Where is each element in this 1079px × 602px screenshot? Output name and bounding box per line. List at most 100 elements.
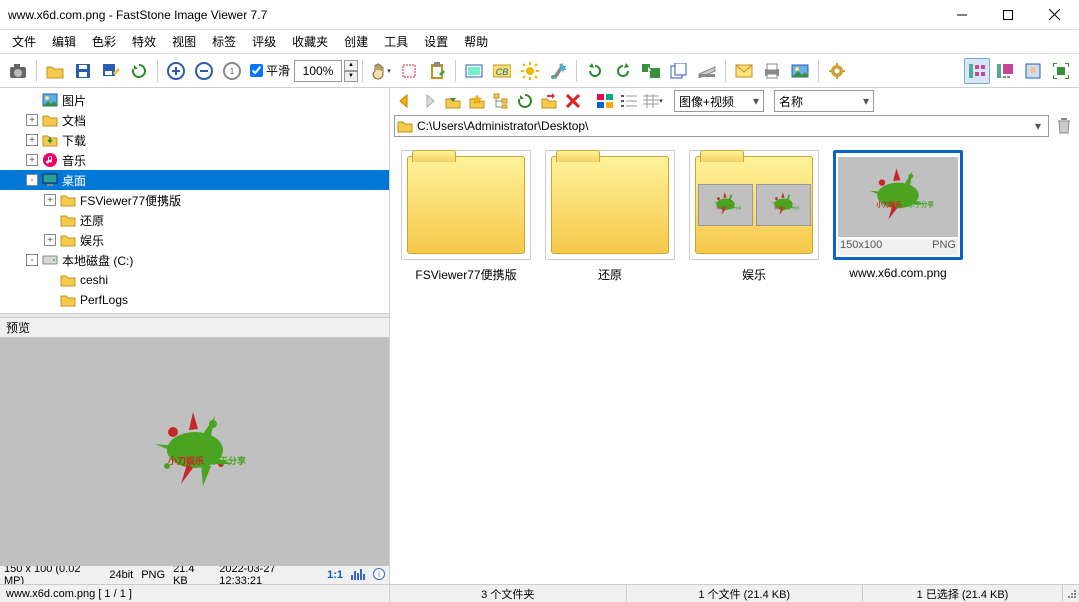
tree-item[interactable]: ceshi <box>0 270 389 290</box>
open-icon[interactable] <box>42 58 68 84</box>
resize-icon[interactable] <box>638 58 664 84</box>
slideshow-icon[interactable] <box>461 58 487 84</box>
menu-edit[interactable]: 编辑 <box>44 31 84 52</box>
menu-help[interactable]: 帮助 <box>456 31 496 52</box>
delete-icon[interactable] <box>562 90 584 112</box>
tree-item[interactable]: PerfLogs <box>0 290 389 310</box>
tree-item[interactable]: +文档 <box>0 110 389 130</box>
wallpaper-icon[interactable] <box>787 58 813 84</box>
nav-favorites-icon[interactable] <box>466 90 488 112</box>
view-filmstrip-icon[interactable] <box>992 58 1018 84</box>
tree-item[interactable]: 图片 <box>0 90 389 110</box>
tree-item[interactable]: 还原 <box>0 210 389 230</box>
select-rect-icon[interactable] <box>396 58 422 84</box>
paste-icon[interactable] <box>424 58 450 84</box>
clone-icon[interactable] <box>666 58 692 84</box>
menu-tools[interactable]: 工具 <box>376 31 416 52</box>
collapse-icon[interactable]: - <box>26 254 38 266</box>
rotate-right-icon[interactable] <box>610 58 636 84</box>
effects-icon[interactable] <box>545 58 571 84</box>
zoom-spinner[interactable]: ▲▼ <box>344 60 358 82</box>
tree-item[interactable]: +音乐 <box>0 150 389 170</box>
nav-up-icon[interactable] <box>442 90 464 112</box>
menu-rating[interactable]: 评级 <box>244 31 284 52</box>
expand-icon[interactable]: + <box>44 234 56 246</box>
menu-settings[interactable]: 设置 <box>416 31 456 52</box>
right-panel: ▾ 图像+视频▾ 名称▾ C:\Users\Administrator\Desk… <box>390 88 1079 584</box>
zoom-actual-icon[interactable]: 1 <box>219 58 245 84</box>
expand-icon[interactable]: + <box>44 194 56 206</box>
hand-icon[interactable]: ▾ <box>368 58 394 84</box>
folder-tree[interactable]: 图片+文档+下载+音乐-桌面 + FSViewer77便携版还原+娱乐-本地磁盘 (… <box>0 88 389 313</box>
thumbnail[interactable]: FSViewer77便携版 <box>400 150 532 283</box>
menu-file[interactable]: 文件 <box>4 31 44 52</box>
saveas-icon[interactable] <box>98 58 124 84</box>
folder-icon: 小刀娱乐乐于分享小刀娱乐乐于分享 <box>695 156 813 254</box>
maximize-button[interactable] <box>985 0 1031 30</box>
menu-color[interactable]: 色彩 <box>84 31 124 52</box>
thumbnail[interactable]: 小刀娱乐乐于分享150x100PNGwww.x6d.com.png <box>832 150 964 280</box>
menu-effects[interactable]: 特效 <box>124 31 164 52</box>
histogram-icon[interactable] <box>351 568 365 583</box>
trash-icon[interactable] <box>1053 115 1075 137</box>
thumbnail[interactable]: 小刀娱乐乐于分享小刀娱乐乐于分享娱乐 <box>688 150 820 283</box>
view-thumbnails-icon[interactable] <box>964 58 990 84</box>
expand-icon[interactable]: + <box>26 114 38 126</box>
save-icon[interactable] <box>70 58 96 84</box>
menu-tags[interactable]: 标签 <box>204 31 244 52</box>
tree-spacer <box>44 214 56 226</box>
brightness-icon[interactable] <box>517 58 543 84</box>
view-single-icon[interactable] <box>1020 58 1046 84</box>
scanner-icon[interactable] <box>694 58 720 84</box>
menu-create[interactable]: 创建 <box>336 31 376 52</box>
menu-view[interactable]: 视图 <box>164 31 204 52</box>
tree-item[interactable]: -桌面 <box>0 170 389 190</box>
expand-icon[interactable]: + <box>26 154 38 166</box>
nav-tree-icon[interactable] <box>490 90 512 112</box>
folder-icon <box>60 192 76 208</box>
view-list-icon[interactable] <box>618 90 640 112</box>
folder-icon <box>60 212 76 228</box>
view-large-icons-icon[interactable] <box>594 90 616 112</box>
svg-text:小刀娱乐: 小刀娱乐 <box>167 455 204 466</box>
rotate-left-icon[interactable] <box>582 58 608 84</box>
settings-icon[interactable] <box>824 58 850 84</box>
tree-item[interactable]: +娱乐 <box>0 230 389 250</box>
close-button[interactable] <box>1031 0 1077 30</box>
tree-item[interactable]: +下载 <box>0 130 389 150</box>
acquire-icon[interactable] <box>5 58 31 84</box>
zoom-value[interactable]: 100% <box>294 60 342 82</box>
fullscreen-icon[interactable] <box>1048 58 1074 84</box>
compare-builder-icon[interactable]: CB <box>489 58 515 84</box>
path-input[interactable]: C:\Users\Administrator\Desktop\ ▾ <box>394 115 1049 137</box>
expand-icon[interactable]: + <box>26 134 38 146</box>
reload-icon[interactable] <box>126 58 152 84</box>
info-icon[interactable]: i <box>373 568 385 583</box>
minimize-button[interactable] <box>939 0 985 30</box>
folder-icon <box>551 156 669 254</box>
nav-back-icon[interactable] <box>394 90 416 112</box>
tree-item[interactable]: + FSViewer77便携版 <box>0 190 389 210</box>
filter-combo[interactable]: 图像+视频▾ <box>674 90 764 112</box>
thumbnail[interactable]: 还原 <box>544 150 676 283</box>
tree-item[interactable]: -本地磁盘 (C:) <box>0 250 389 270</box>
preview-pane[interactable]: 小刀娱乐 乐于分享 <box>0 338 389 566</box>
menu-fav[interactable]: 收藏夹 <box>284 31 336 52</box>
copy-to-icon[interactable] <box>538 90 560 112</box>
nav-forward-icon[interactable] <box>418 90 440 112</box>
resize-grip[interactable] <box>1063 587 1079 601</box>
refresh-icon[interactable] <box>514 90 536 112</box>
path-dropdown-icon[interactable]: ▾ <box>1030 119 1046 133</box>
smooth-checkbox[interactable]: 平滑 <box>250 62 290 79</box>
thumbnail-grid[interactable]: FSViewer77便携版还原小刀娱乐乐于分享小刀娱乐乐于分享娱乐小刀娱乐乐于分… <box>390 140 1079 584</box>
tree-item-label: FSViewer77便携版 <box>80 192 181 209</box>
view-details-icon[interactable]: ▾ <box>642 90 664 112</box>
sort-combo[interactable]: 名称▾ <box>774 90 874 112</box>
zoom-out-icon[interactable] <box>191 58 217 84</box>
svg-text:乐于分享: 乐于分享 <box>210 455 246 466</box>
svg-text:小刀娱乐: 小刀娱乐 <box>876 200 902 209</box>
collapse-icon[interactable]: - <box>26 174 38 186</box>
print-icon[interactable] <box>759 58 785 84</box>
zoom-in-icon[interactable] <box>163 58 189 84</box>
email-icon[interactable] <box>731 58 757 84</box>
